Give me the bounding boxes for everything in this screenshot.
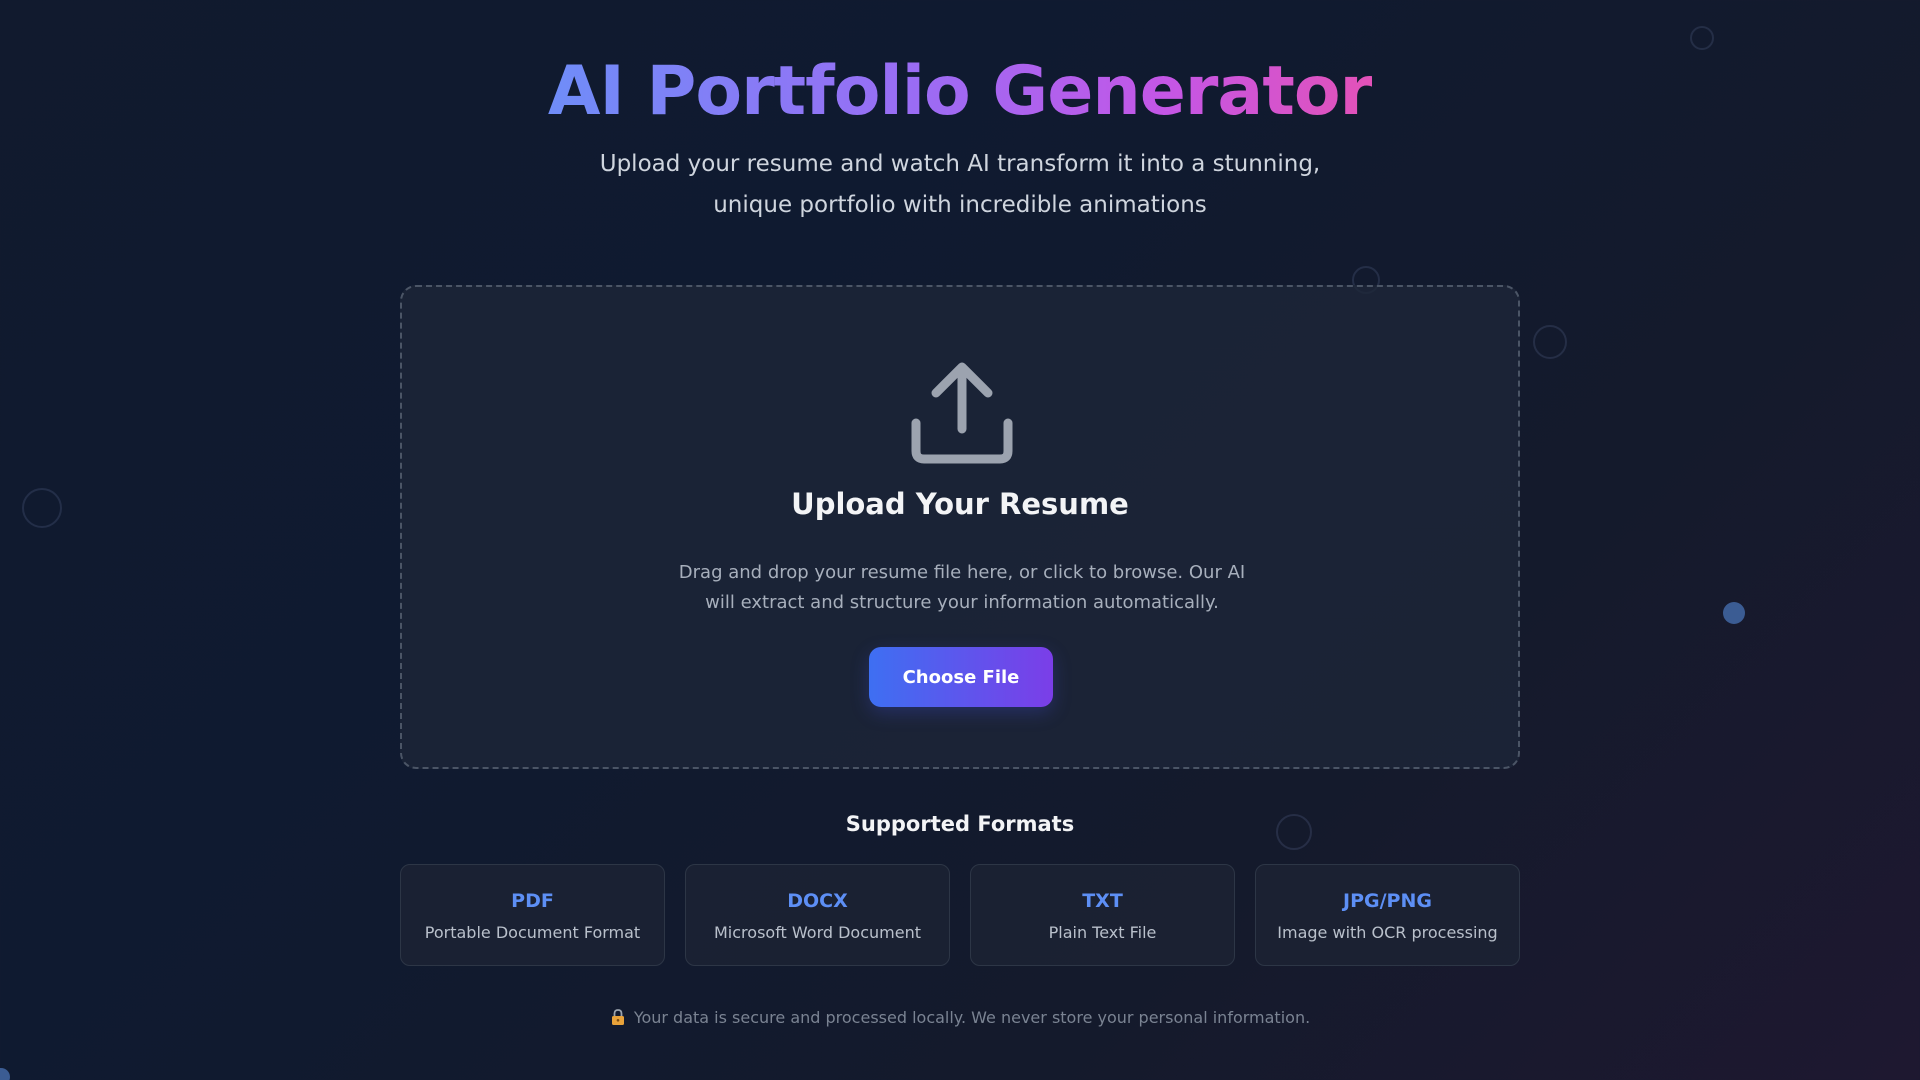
upload-description: Drag and drop your resume file here, or …: [678, 562, 1246, 613]
supported-formats-title: Supported Formats: [845, 812, 1075, 836]
page-subtitle: Upload your resume and watch AI transfor…: [599, 151, 1321, 218]
format-card-txt: TXT Plain Text File: [970, 864, 1235, 966]
format-name: DOCX: [787, 890, 848, 912]
upload-icon: [911, 362, 1013, 464]
decorative-dot: [0, 1068, 10, 1080]
format-name: PDF: [511, 890, 554, 912]
format-description: Microsoft Word Document: [714, 923, 921, 942]
format-card-pdf: PDF Portable Document Format: [400, 864, 665, 966]
format-description: Plain Text File: [1048, 923, 1157, 942]
format-description: Portable Document Format: [424, 923, 641, 942]
upload-title: Upload Your Resume: [791, 487, 1129, 521]
resume-dropzone[interactable]: Upload Your Resume Drag and drop your re…: [400, 285, 1520, 769]
format-name: TXT: [1082, 890, 1123, 912]
decorative-circle: [1533, 325, 1567, 359]
security-note-text: Your data is secure and processed locall…: [633, 1008, 1311, 1027]
lock-icon: [611, 1009, 624, 1025]
format-name: JPG/PNG: [1343, 890, 1432, 912]
format-card-docx: DOCX Microsoft Word Document: [685, 864, 950, 966]
security-note: Your data is secure and processed locall…: [0, 1008, 1920, 1027]
decorative-dot: [1723, 602, 1745, 624]
formats-list: PDF Portable Document Format DOCX Micros…: [400, 864, 1520, 966]
choose-file-button[interactable]: Choose File: [869, 647, 1053, 707]
page-title: AI Portfolio Generator: [547, 52, 1373, 131]
format-description: Image with OCR processing: [1277, 923, 1498, 942]
decorative-circle: [22, 488, 62, 528]
format-card-jpg-png: JPG/PNG Image with OCR processing: [1255, 864, 1520, 966]
